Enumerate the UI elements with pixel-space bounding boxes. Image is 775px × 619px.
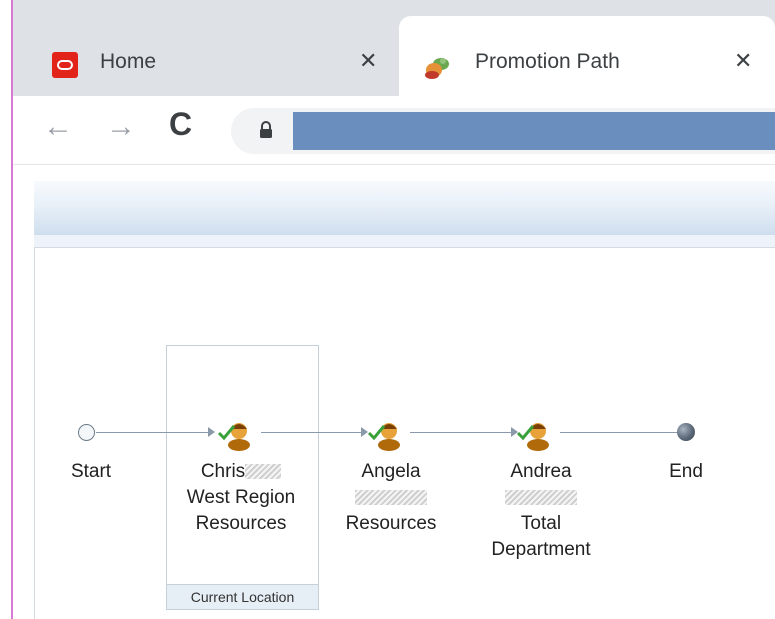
tab-strip: Home ✕ Promotion Path ✕	[13, 0, 775, 96]
redacted-text	[355, 490, 427, 506]
user-approved-icon[interactable]	[217, 417, 253, 451]
connector-line	[560, 432, 678, 433]
tab-home-close-icon[interactable]: ✕	[359, 48, 377, 74]
tab-promotion-path[interactable]: Promotion Path ✕	[399, 16, 775, 96]
browser-window: Home ✕ Promotion Path ✕ ← → C Current Lo…	[13, 0, 775, 619]
reload-button[interactable]: C	[169, 106, 192, 143]
address-bar[interactable]	[231, 108, 775, 154]
end-node-icon[interactable]	[677, 423, 695, 441]
page-header-band	[34, 181, 775, 235]
andrea-label: Andrea Total Department	[471, 459, 611, 563]
tab-home[interactable]: Home ✕	[13, 16, 399, 96]
arrow-icon	[208, 427, 215, 437]
promotion-path-icon	[423, 52, 453, 82]
page-content: Current Location Start Chris West Region…	[13, 165, 775, 619]
angela-label: Angela Resources	[321, 459, 461, 537]
redacted-text	[245, 464, 282, 480]
current-location-label: Current Location	[167, 584, 318, 609]
url-text-redacted[interactable]	[293, 112, 775, 150]
angela-department: Resources	[345, 513, 437, 534]
andrea-name: Andrea	[510, 461, 572, 482]
page-margin	[0, 0, 11, 619]
chris-name: Chris	[200, 461, 246, 482]
connector-line	[96, 432, 208, 433]
page-header-shadow	[34, 235, 775, 247]
start-label-text: Start	[70, 461, 112, 482]
angela-name: Angela	[361, 461, 421, 482]
lock-icon	[259, 121, 273, 139]
promotion-path-panel: Current Location Start Chris West Region…	[34, 247, 775, 619]
user-approved-icon[interactable]	[367, 417, 403, 451]
end-label-text: End	[669, 461, 703, 482]
andrea-total: Total	[520, 513, 562, 534]
connector-line	[261, 432, 361, 433]
tab-home-label: Home	[100, 50, 157, 73]
user-approved-icon[interactable]	[516, 417, 552, 451]
tab-promotion-path-label: Promotion Path	[475, 50, 620, 73]
andrea-department: Department	[491, 539, 591, 560]
forward-button[interactable]: →	[106, 110, 136, 144]
browser-toolbar: ← → C	[13, 96, 775, 165]
chris-label: Chris West Region Resources	[171, 459, 311, 537]
oracle-logo-icon	[52, 52, 78, 78]
tab-promotion-path-close-icon[interactable]: ✕	[734, 48, 752, 74]
start-label: Start	[61, 459, 121, 485]
chris-region: West Region	[186, 487, 296, 508]
start-node-icon[interactable]	[78, 424, 95, 441]
redacted-text	[505, 490, 577, 506]
back-button[interactable]: ←	[43, 110, 73, 144]
end-label: End	[661, 459, 711, 485]
connector-line	[410, 432, 511, 433]
chris-department: Resources	[195, 513, 287, 534]
